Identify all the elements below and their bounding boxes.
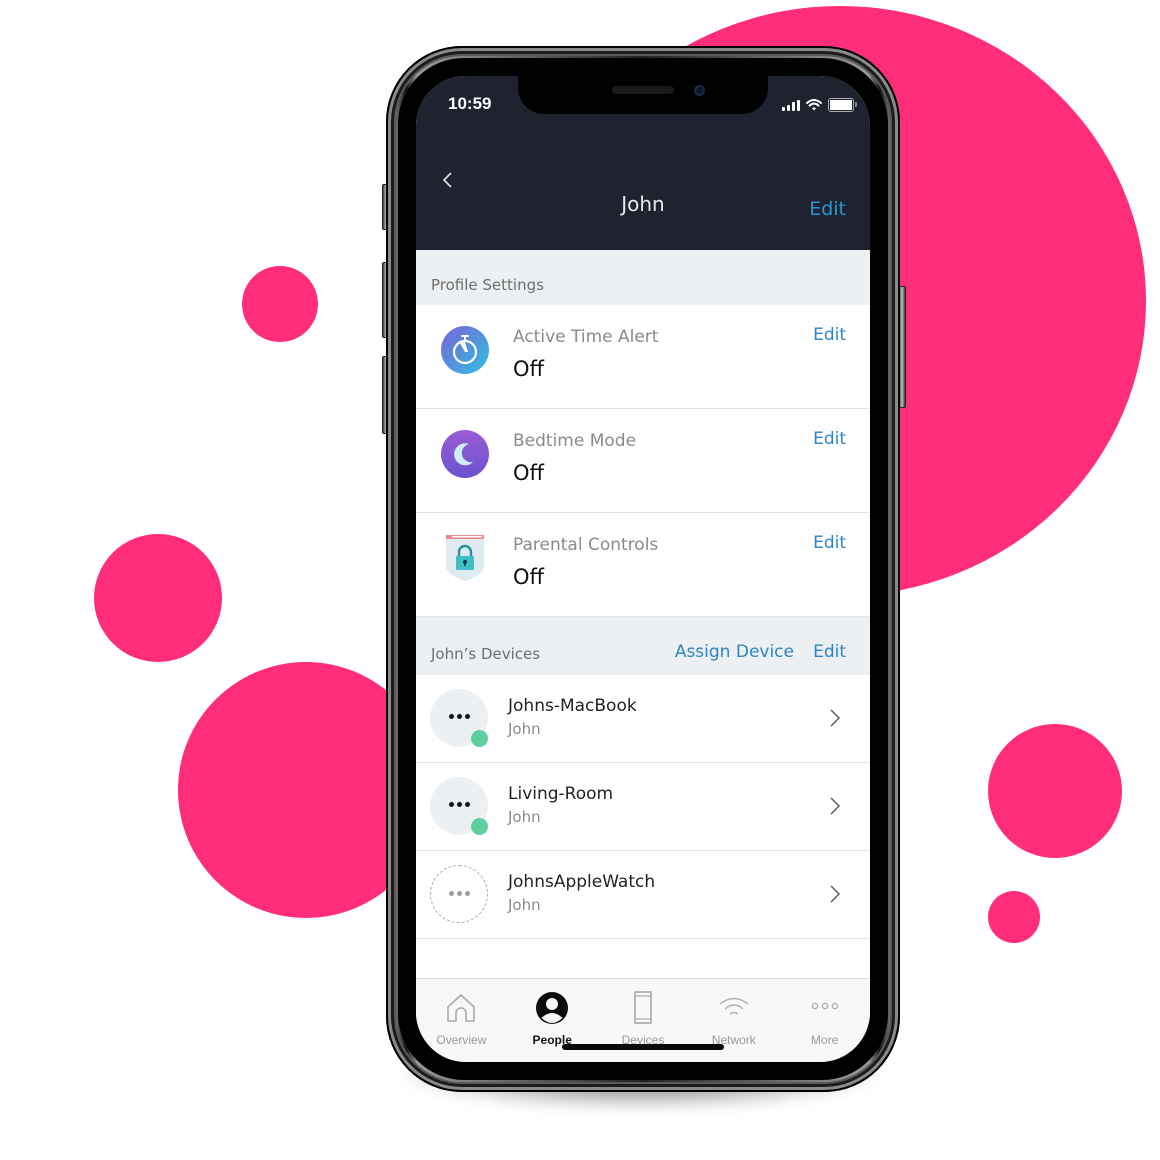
device-name: JohnsAppleWatch [508, 872, 656, 892]
nav-header: 10:59 John Edit [416, 76, 870, 250]
chevron-right-icon [830, 797, 840, 815]
device-row[interactable]: JohnsAppleWatch John [416, 851, 870, 939]
notch [518, 76, 768, 114]
edit-parental-controls-button[interactable]: Edit [813, 533, 846, 553]
cellular-signal-icon [782, 99, 800, 111]
stopwatch-icon [441, 326, 489, 374]
assign-device-button[interactable]: Assign Device [675, 642, 794, 662]
device-owner: John [508, 808, 541, 826]
setting-value: Off [513, 461, 544, 485]
setting-value: Off [513, 565, 544, 589]
home-icon [447, 994, 476, 1022]
edit-devices-button[interactable]: Edit [813, 642, 846, 662]
more-dots-icon [431, 891, 487, 896]
more-dots-icon [811, 1002, 838, 1010]
device-row[interactable]: Johns-MacBook John [416, 675, 870, 763]
lock-shield-icon [446, 535, 484, 581]
phone-device-icon [634, 991, 652, 1024]
online-status-dot [471, 818, 488, 835]
section-title: Profile Settings [431, 276, 544, 294]
background-circle [988, 724, 1122, 858]
chevron-right-icon [830, 709, 840, 727]
device-row[interactable]: Living-Room John [416, 763, 870, 851]
setting-name: Parental Controls [513, 535, 659, 555]
phone-screen: 10:59 John Edit Profile Settings Active … [416, 76, 870, 1062]
home-indicator[interactable] [562, 1044, 724, 1050]
speaker-grille [612, 86, 674, 94]
chevron-left-icon[interactable] [440, 168, 458, 192]
tab-more[interactable]: More [779, 979, 870, 1062]
more-dots-icon [430, 802, 488, 807]
phone-frame: 10:59 John Edit Profile Settings Active … [386, 46, 900, 1092]
tab-label: More [810, 1033, 839, 1047]
section-title: John’s Devices [431, 645, 541, 663]
status-time: 10:59 [448, 94, 492, 113]
status-icons [782, 98, 857, 112]
more-dots-icon [430, 714, 488, 719]
battery-icon [828, 98, 857, 112]
setting-value: Off [513, 357, 544, 381]
device-owner: John [508, 720, 541, 738]
tab-overview[interactable]: Overview [416, 979, 507, 1062]
edit-bedtime-mode-button[interactable]: Edit [813, 429, 846, 449]
background-circle [94, 534, 222, 662]
device-owner: John [508, 896, 541, 914]
background-circle [988, 891, 1040, 943]
online-status-dot [471, 730, 488, 747]
chevron-right-icon [830, 885, 840, 903]
devices-header: John’s Devices Assign Device Edit [416, 617, 870, 675]
device-avatar-offline [430, 865, 488, 923]
setting-name: Bedtime Mode [513, 431, 637, 451]
wifi-icon [719, 997, 749, 1015]
device-name: Living-Room [508, 784, 614, 804]
edit-profile-button[interactable]: Edit [809, 198, 846, 220]
background-circle [242, 266, 318, 342]
person-icon [536, 992, 569, 1024]
list-spacer [416, 939, 870, 979]
setting-row-active-time-alert: Active Time Alert Off Edit [416, 305, 870, 409]
page-title: John [621, 192, 665, 216]
wifi-icon [806, 99, 822, 111]
setting-name: Active Time Alert [513, 327, 659, 347]
setting-row-bedtime-mode: Bedtime Mode Off Edit [416, 409, 870, 513]
device-name: Johns-MacBook [508, 696, 637, 716]
profile-settings-header: Profile Settings [416, 250, 870, 305]
setting-row-parental-controls: Parental Controls Off Edit [416, 513, 870, 617]
front-camera [694, 85, 705, 96]
moon-icon [441, 430, 489, 478]
tab-label: Overview [436, 1033, 487, 1047]
edit-active-time-alert-button[interactable]: Edit [813, 325, 846, 345]
